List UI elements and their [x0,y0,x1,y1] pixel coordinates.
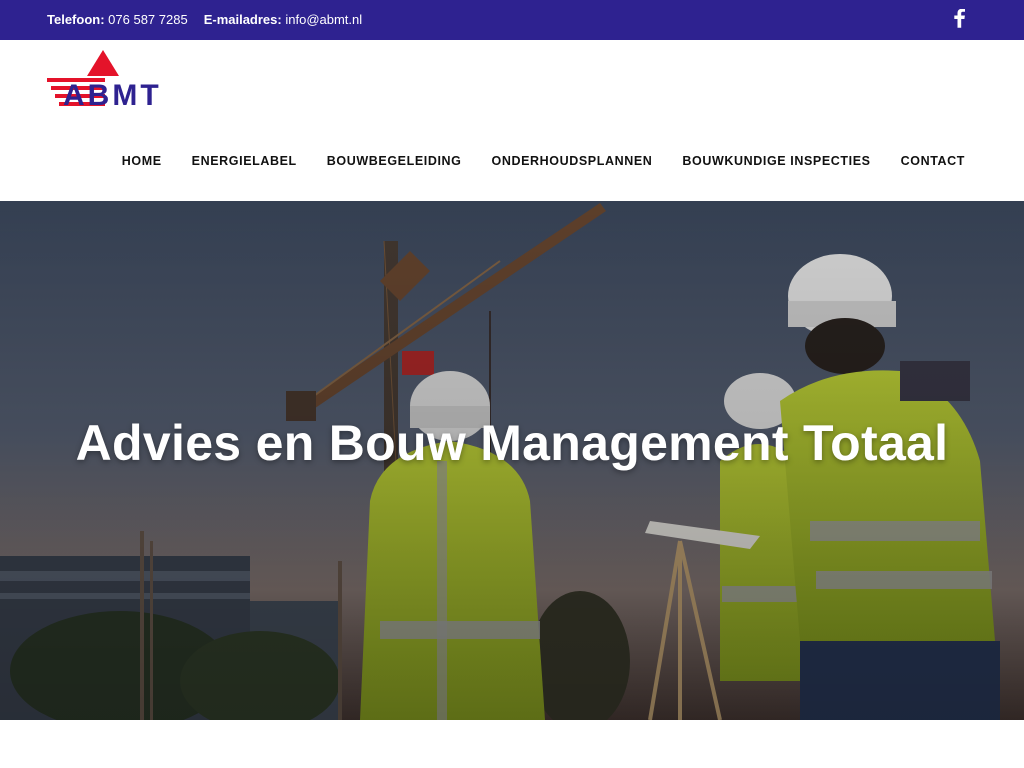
svg-text:ABMT: ABMT [63,79,162,112]
phone-value[interactable]: 076 587 7285 [108,12,188,27]
hero-title: Advies en Bouw Management Totaal [75,415,949,471]
top-bar: Telefoon: 076 587 7285 E-mailadres: info… [0,0,1024,40]
phone-info[interactable]: Telefoon: 076 587 7285 [47,12,188,27]
nav-home[interactable]: HOME [122,154,162,168]
nav-bouwbegeleiding[interactable]: BOUWBEGELEIDING [327,154,462,168]
email-label: E-mailadres: [203,12,282,27]
contact-info: Telefoon: 076 587 7285 E-mailadres: info… [47,12,362,27]
nav-energielabel[interactable]: ENERGIELABEL [192,154,297,168]
abmt-logo[interactable]: ABMT [47,48,167,112]
phone-label: Telefoon: [47,12,105,27]
facebook-icon[interactable] [952,9,966,31]
email-info[interactable]: E-mailadres: info@abmt.nl [204,12,362,27]
nav-contact[interactable]: CONTACT [901,154,965,168]
hero-banner: Advies en Bouw Management Totaal [0,201,1024,720]
content-area [0,720,1024,768]
main-navigation: HOME ENERGIELABEL BOUWBEGELEIDING ONDERH… [122,154,965,168]
site-header: ABMT HOME ENERGIELABEL BOUWBEGELEIDING O… [0,40,1024,201]
nav-onderhoudsplannen[interactable]: ONDERHOUDSPLANNEN [492,154,653,168]
email-value[interactable]: info@abmt.nl [285,12,362,27]
nav-bouwkundige-inspecties[interactable]: BOUWKUNDIGE INSPECTIES [682,154,870,168]
